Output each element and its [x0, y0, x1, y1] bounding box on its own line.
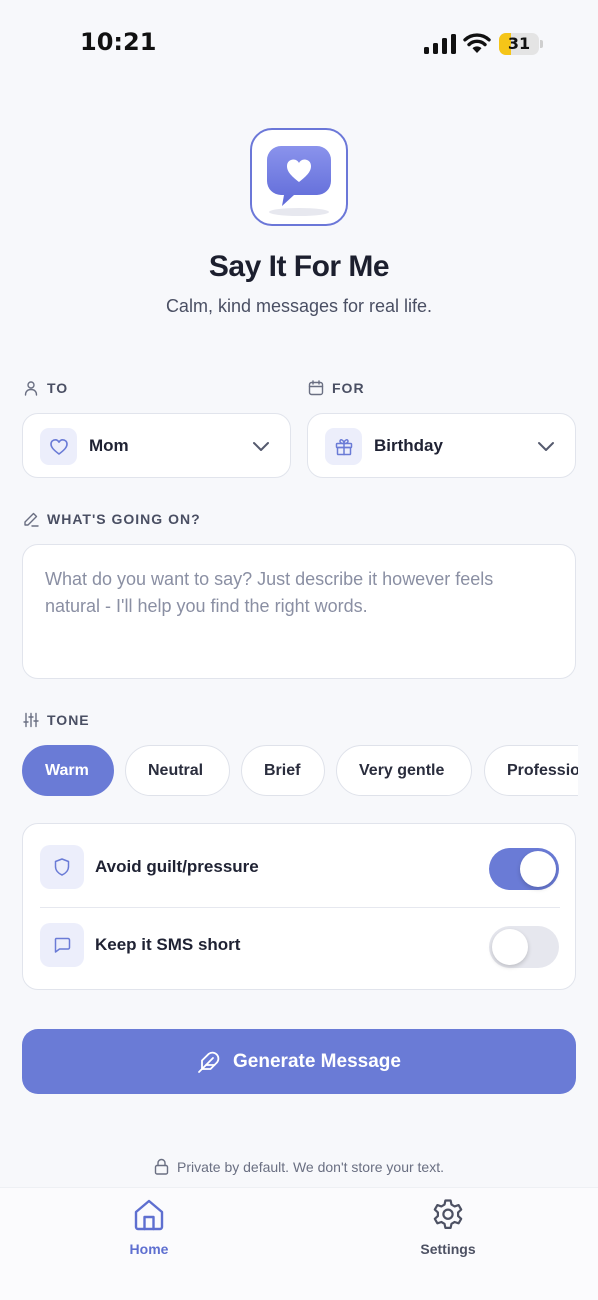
occasion-select[interactable]: Birthday — [307, 413, 576, 478]
occasion-icon-badge — [325, 428, 362, 465]
option-icon-badge — [40, 923, 84, 967]
context-label: WHAT'S GOING ON? — [23, 511, 201, 527]
tab-settings-label: Settings — [420, 1241, 476, 1257]
tab-settings[interactable]: Settings — [388, 1198, 508, 1258]
heart-icon — [49, 438, 68, 455]
feather-icon — [198, 1051, 220, 1073]
tab-home-label: Home — [129, 1241, 169, 1257]
tone-selector: Warm Neutral Brief Very gentle Professio… — [22, 745, 578, 797]
lock-icon — [154, 1158, 169, 1175]
app-subtitle: Calm, kind messages for real life. — [165, 296, 433, 316]
chevron-down-icon — [538, 442, 554, 451]
tab-home[interactable]: Home — [89, 1198, 209, 1258]
gift-icon — [335, 438, 352, 455]
recipient-value: Mom — [89, 436, 129, 455]
pencil-icon — [24, 512, 39, 527]
privacy-text: Private by default. We don't store your … — [177, 1158, 444, 1175]
message-context-input[interactable] — [45, 566, 553, 657]
battery-indicator: 31 — [499, 33, 543, 55]
recipient-icon-badge — [40, 428, 77, 465]
message-square-icon — [54, 937, 71, 953]
privacy-note: Private by default. We don't store your … — [0, 1158, 598, 1175]
tone-option-neutral[interactable]: Neutral — [125, 745, 230, 796]
wifi-icon — [463, 33, 491, 53]
tone-label-text: TONE — [47, 712, 90, 728]
option-avoid-guilt: Avoid guilt/pressure — [23, 824, 577, 904]
tab-bar: Home Settings — [0, 1187, 598, 1300]
option-label: Avoid guilt/pressure — [95, 857, 259, 876]
toggle-knob — [492, 929, 528, 965]
calendar-icon — [308, 380, 324, 396]
heart-chat-bubble-icon — [267, 146, 331, 216]
tone-option-very-gentle[interactable]: Very gentle — [336, 745, 472, 796]
app-logo — [250, 128, 348, 226]
toggle-knob — [520, 851, 556, 887]
home-icon — [134, 1199, 164, 1231]
signal-icon — [424, 34, 456, 54]
gear-icon — [433, 1199, 463, 1229]
tone-option-brief[interactable]: Brief — [241, 745, 325, 796]
battery-level: 31 — [507, 34, 531, 53]
to-label-text: TO — [47, 380, 69, 396]
shield-icon — [54, 858, 70, 876]
generate-message-button[interactable]: Generate Message — [22, 1029, 576, 1094]
option-label: Keep it SMS short — [95, 935, 241, 954]
recipient-select[interactable]: Mom — [22, 413, 291, 478]
tone-option-warm[interactable]: Warm — [22, 745, 114, 796]
option-icon-badge — [40, 845, 84, 889]
tone-option-professional[interactable]: Professional — [484, 745, 578, 796]
app-title: Say It For Me — [208, 250, 390, 283]
tone-label: TONE — [23, 712, 90, 728]
generate-button-label: Generate Message — [233, 1050, 401, 1072]
message-context-field[interactable] — [22, 544, 576, 679]
sms-short-toggle[interactable] — [489, 926, 559, 968]
avoid-guilt-toggle[interactable] — [489, 848, 559, 890]
for-label: FOR — [308, 380, 365, 396]
chevron-down-icon — [253, 442, 269, 451]
for-label-text: FOR — [332, 380, 365, 396]
message-options-card: Avoid guilt/pressure Keep it SMS short — [22, 823, 576, 990]
status-time: 10:21 — [80, 28, 157, 56]
to-label: TO — [23, 380, 68, 396]
status-bar: 10:21 31 — [0, 0, 598, 88]
sliders-icon — [23, 712, 39, 728]
option-sms-short: Keep it SMS short — [23, 902, 577, 982]
context-label-text: WHAT'S GOING ON? — [47, 511, 201, 527]
user-icon — [24, 381, 38, 396]
occasion-value: Birthday — [374, 436, 443, 455]
